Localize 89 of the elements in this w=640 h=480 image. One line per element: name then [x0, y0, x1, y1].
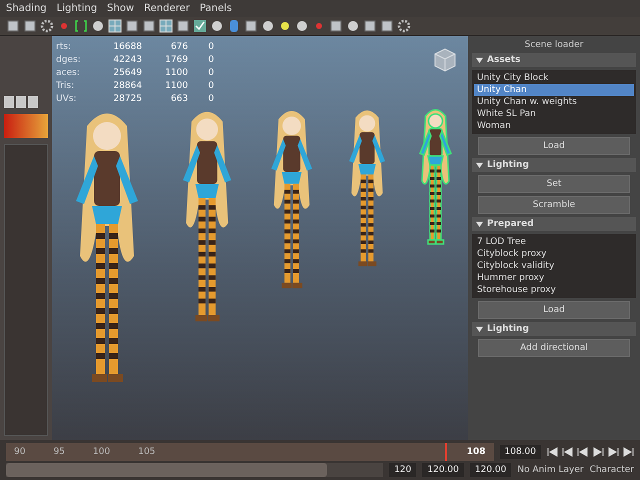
panel-button[interactable]: Add directional: [478, 339, 630, 357]
playback-icon[interactable]: [592, 447, 604, 457]
current-frame-field[interactable]: 108.00: [500, 445, 541, 459]
menu-item[interactable]: Renderer: [144, 3, 190, 14]
toolbar-icon[interactable]: [363, 19, 377, 33]
stat-label: UVs:: [56, 94, 78, 104]
toolbar-icon[interactable]: [193, 19, 207, 33]
menu-item[interactable]: Show: [107, 3, 134, 14]
stat-value: 28864: [112, 81, 142, 91]
toolbar-icon[interactable]: [6, 19, 20, 33]
playback-icon[interactable]: [577, 447, 589, 457]
stat-value: 1100: [164, 81, 188, 91]
frame-tick: 90: [14, 447, 26, 457]
playback-icon[interactable]: [622, 447, 634, 457]
toolbar-icon[interactable]: [244, 19, 258, 33]
toolbar-icon[interactable]: [125, 19, 139, 33]
playback-icon[interactable]: [547, 447, 559, 457]
stat-value: 0: [207, 42, 214, 52]
frame-tick: 95: [53, 447, 65, 457]
toolbar-icon[interactable]: [397, 19, 411, 33]
list-item[interactable]: Unity Chan: [474, 84, 634, 96]
collapse-arrow-icon[interactable]: [476, 162, 483, 168]
time-slider[interactable]: 90 95 100 105 108: [6, 443, 494, 461]
stat-value: 28725: [112, 94, 142, 104]
menu-item[interactable]: Panels: [200, 3, 232, 14]
section-title[interactable]: Lighting: [487, 160, 529, 170]
stat-value: 0: [207, 94, 214, 104]
stat-value: 16688: [112, 42, 142, 52]
stat-label: dges:: [56, 55, 82, 65]
toolbar-icon[interactable]: [261, 19, 275, 33]
list-item[interactable]: 7 LOD Tree: [474, 236, 634, 248]
stat-value: 25649: [112, 68, 142, 78]
toolbar-icon[interactable]: [380, 19, 394, 33]
toolbar-icon[interactable]: [210, 19, 224, 33]
range-field[interactable]: 120.00: [470, 463, 512, 477]
frame-tick: 100: [92, 447, 110, 457]
toolbar-icon[interactable]: [176, 19, 190, 33]
frame-tick: 105: [138, 447, 156, 457]
playback-icon[interactable]: [562, 447, 574, 457]
collapse-arrow-icon[interactable]: [476, 56, 483, 64]
load-button[interactable]: Load: [478, 301, 630, 319]
toolbar-icon[interactable]: [91, 19, 105, 33]
current-frame: 108: [466, 447, 486, 457]
range-field[interactable]: 120.00: [422, 463, 464, 477]
playback-icon[interactable]: [607, 447, 619, 457]
list-item[interactable]: Unity City Block: [474, 72, 634, 84]
list-item[interactable]: Cityblock validity: [474, 260, 634, 272]
range-field[interactable]: 120: [389, 463, 416, 477]
stat-value: 0: [207, 81, 214, 91]
stat-label: rts:: [56, 42, 72, 52]
character-dropdown[interactable]: Character: [590, 465, 634, 475]
color-ramp[interactable]: [4, 114, 48, 138]
collapse-arrow-icon[interactable]: [476, 220, 483, 228]
stat-label: aces:: [56, 68, 81, 78]
viewport[interactable]: rts: 16688 676 0 dges: 42243 1769 0 aces: 25649 1100 0 Tris: 28864 1100 0 UVs: 28725 663 0: [52, 36, 468, 440]
toolbar-icon[interactable]: [329, 19, 343, 33]
list-item[interactable]: Hummer proxy: [474, 272, 634, 284]
stat-value: 0: [207, 55, 214, 65]
list-item[interactable]: Storehouse proxy: [474, 284, 634, 296]
list-item[interactable]: Cityblock proxy: [474, 248, 634, 260]
list-item[interactable]: Woman: [474, 120, 634, 132]
section-title[interactable]: Assets: [487, 55, 520, 65]
menu-item[interactable]: Lighting: [56, 3, 98, 14]
toolbar-icon[interactable]: [23, 19, 37, 33]
list-item[interactable]: Unity Chan w. weights: [474, 96, 634, 108]
stat-value: 1100: [164, 68, 188, 78]
stat-label: Tris:: [56, 81, 76, 91]
stat-value: 0: [207, 68, 214, 78]
stat-value: 42243: [112, 55, 142, 65]
toolbar-icon[interactable]: [278, 19, 292, 33]
toolbar-icon[interactable]: [346, 19, 360, 33]
section-title[interactable]: Lighting: [487, 324, 529, 334]
load-button[interactable]: Load: [478, 137, 630, 155]
toolbar-icon[interactable]: [74, 19, 88, 33]
stat-value: 1769: [164, 55, 188, 65]
stat-value: 663: [170, 94, 188, 104]
view-cube-icon[interactable]: [432, 46, 458, 72]
range-slider-handle[interactable]: [6, 463, 327, 477]
panel-button[interactable]: Set: [478, 175, 630, 193]
menu-item[interactable]: Shading: [6, 3, 47, 14]
toolbar-icon[interactable]: [142, 19, 156, 33]
panel-title: Scene loader: [524, 40, 584, 50]
anim-layer-dropdown[interactable]: No Anim Layer: [517, 465, 584, 475]
list-item[interactable]: White SL Pan: [474, 108, 634, 120]
toolbar-icon[interactable]: [40, 19, 54, 33]
collapse-arrow-icon[interactable]: [476, 326, 483, 332]
panel-button[interactable]: Scramble: [478, 196, 630, 214]
stat-value: 676: [170, 42, 188, 52]
toolbar-icon[interactable]: [295, 19, 309, 33]
